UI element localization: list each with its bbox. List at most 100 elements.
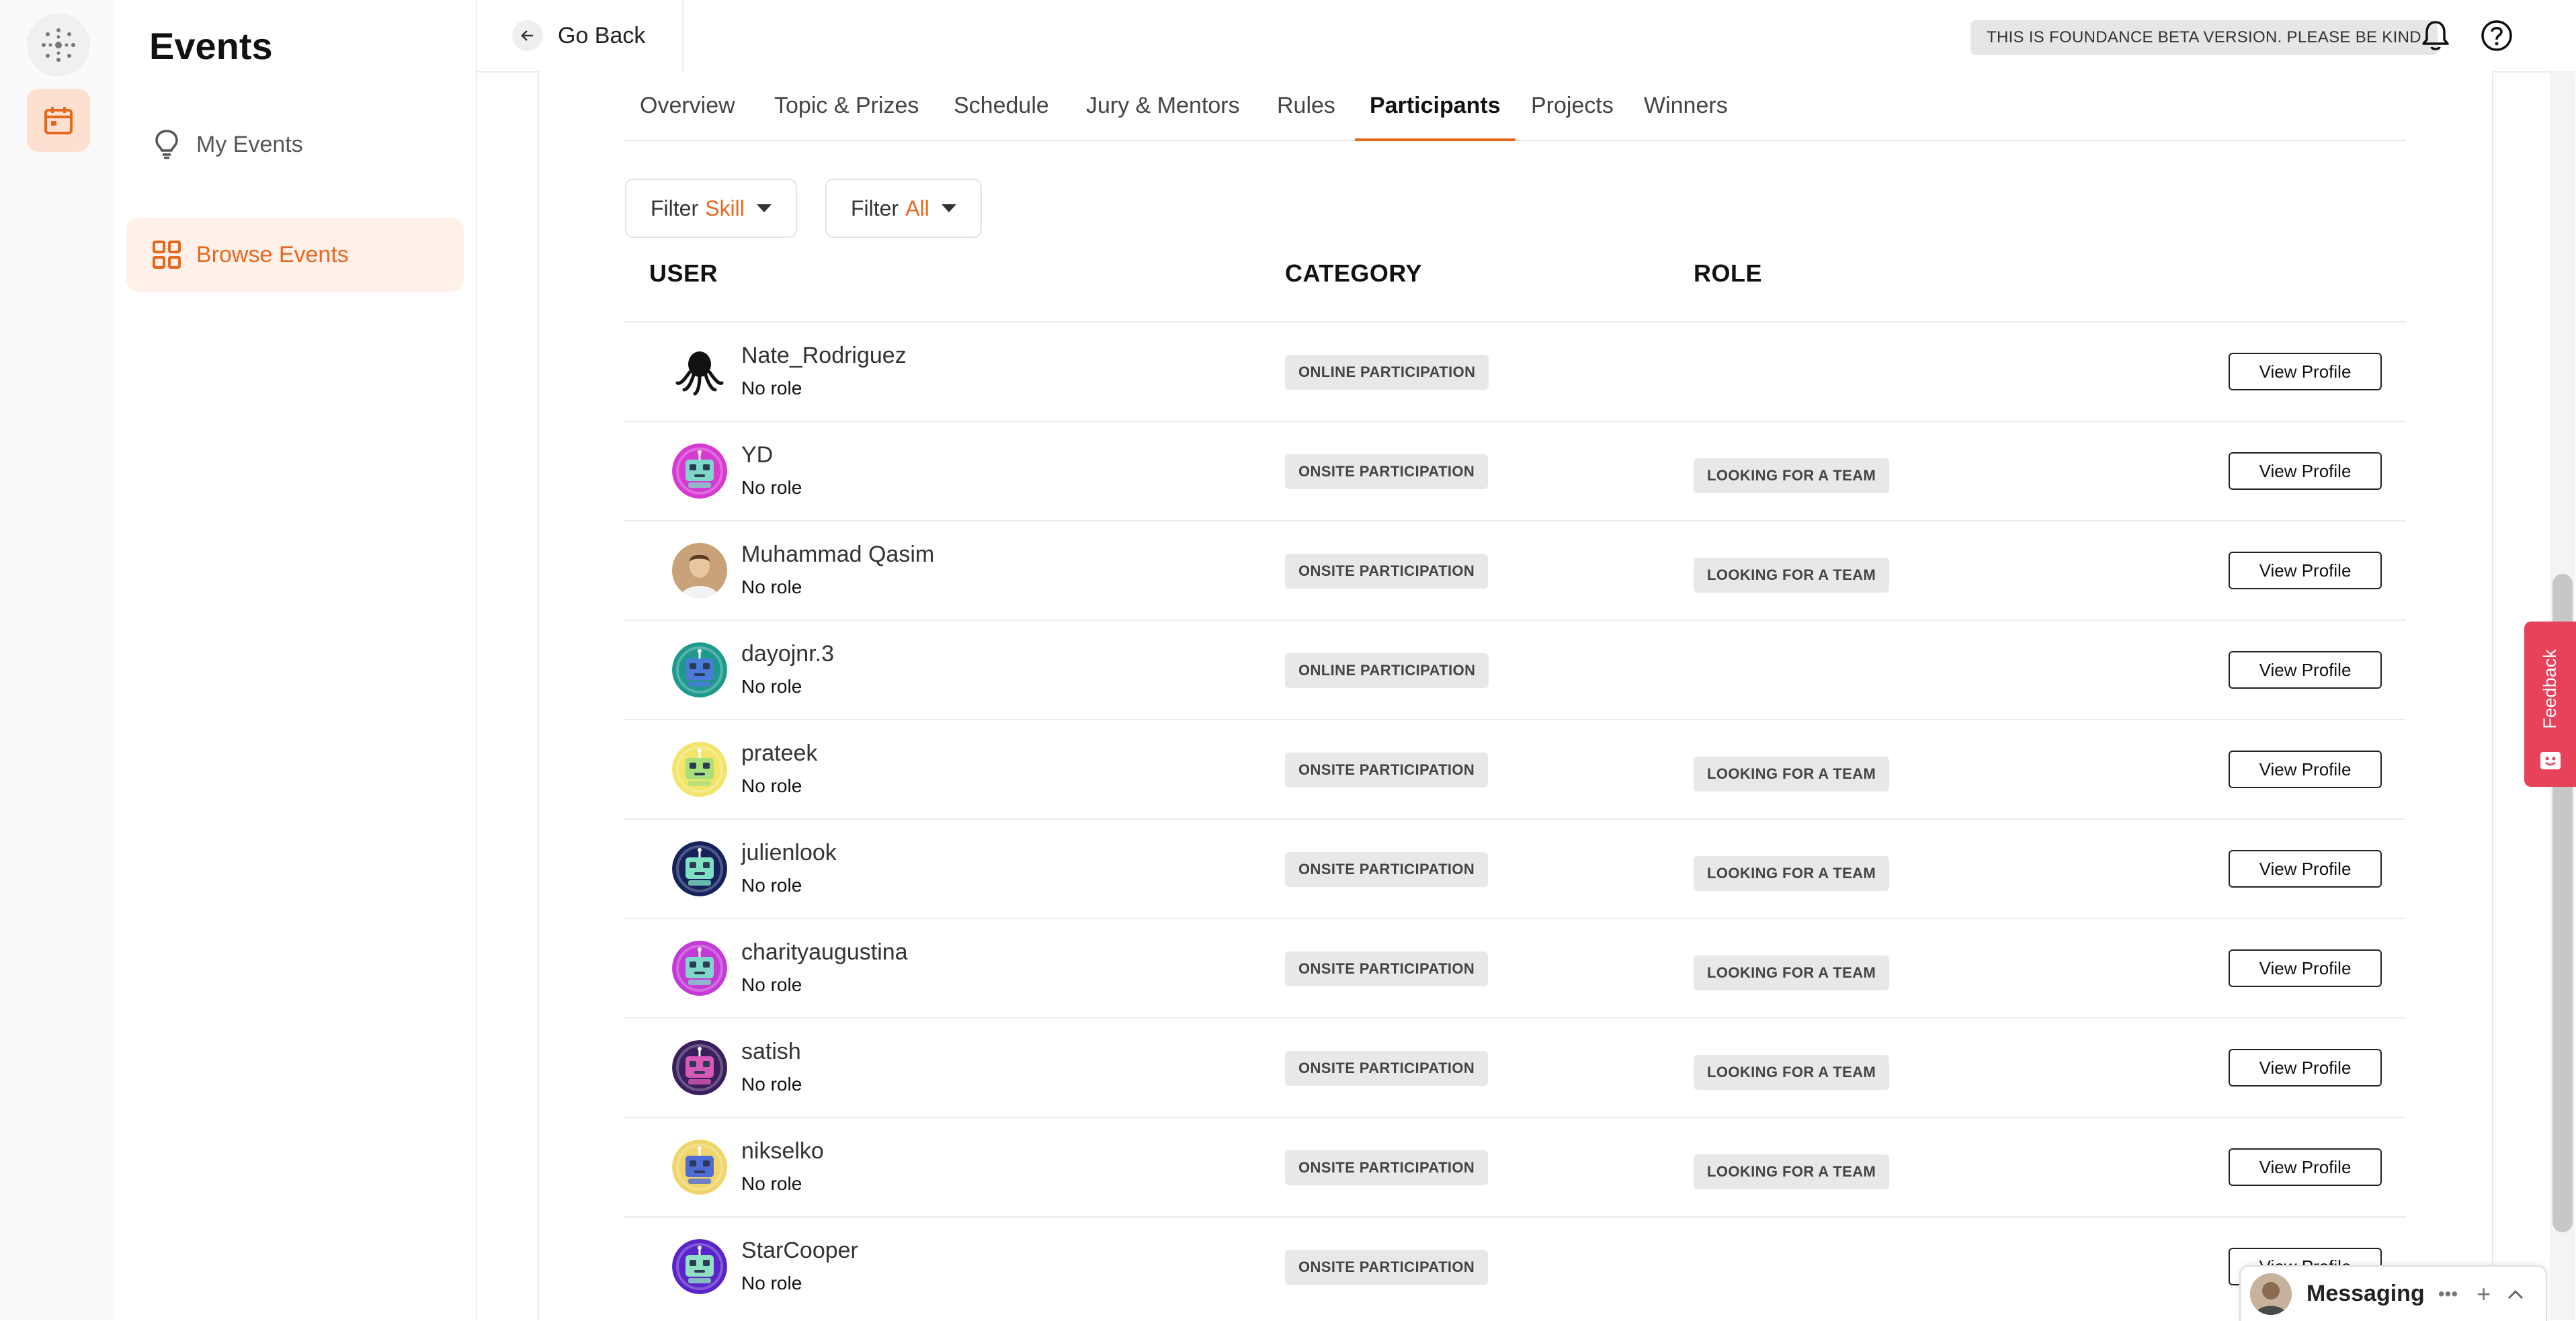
avatar[interactable]	[672, 1140, 727, 1195]
participant-name[interactable]: satish	[741, 1039, 801, 1065]
table-row: charityaugustina No role ONSITE PARTICIPAT…	[624, 918, 2406, 1019]
team-status-badge: LOOKING FOR A TEAM	[1694, 856, 1890, 891]
beta-notice: THIS IS FOUNDANCE BETA VERSION. PLEASE B…	[1970, 20, 2438, 55]
events-panel: Events My Events Browse Events	[113, 0, 477, 1320]
table-row: Nate_Rodriguez No role ONLINE PARTICIPATIO…	[624, 321, 2406, 422]
tab-schedule[interactable]: Schedule	[954, 71, 1049, 140]
chat-smile-icon	[2540, 752, 2561, 769]
lightbulb-icon	[147, 128, 187, 161]
feedback-label: Feedback	[2540, 648, 2561, 729]
participant-name[interactable]: charityaugustina	[741, 939, 908, 966]
participant-role: No role	[741, 378, 802, 398]
participant-role: No role	[741, 974, 802, 995]
tab-rules[interactable]: Rules	[1277, 71, 1335, 140]
avatar[interactable]	[672, 344, 727, 399]
sidebar-item-browse-events[interactable]: Browse Events	[126, 218, 464, 292]
panel-title: Events	[149, 25, 273, 67]
column-header-category: CATEGORY	[1285, 259, 1423, 287]
team-status-badge: LOOKING FOR A TEAM	[1694, 955, 1890, 990]
compose-icon[interactable]: +	[2477, 1280, 2491, 1308]
go-back-label: Go Back	[558, 22, 646, 48]
avatar[interactable]	[672, 941, 727, 996]
participant-name[interactable]: YD	[741, 442, 773, 468]
participant-role: No role	[741, 1273, 802, 1293]
view-profile-button[interactable]: View Profile	[2229, 850, 2382, 888]
view-profile-button[interactable]: View Profile	[2229, 651, 2382, 689]
messaging-label: Messaging	[2307, 1281, 2425, 1306]
filter-value: All	[905, 196, 929, 220]
category-badge: ONLINE PARTICIPATION	[1285, 653, 1489, 688]
main-content: Overview Topic & Prizes Schedule Jury & …	[538, 71, 2493, 1320]
view-profile-button[interactable]: View Profile	[2229, 552, 2382, 589]
view-profile-button[interactable]: View Profile	[2229, 353, 2382, 390]
participant-role: No role	[741, 775, 802, 796]
tab-jury-mentors[interactable]: Jury & Mentors	[1086, 71, 1240, 140]
team-status-badge: LOOKING FOR A TEAM	[1694, 757, 1890, 792]
column-header-user: USER	[649, 259, 718, 287]
participant-role: No role	[741, 875, 802, 896]
arrow-left-icon	[512, 20, 543, 51]
participant-name[interactable]: prateek	[741, 740, 817, 767]
avatar[interactable]	[672, 443, 727, 499]
participant-role: No role	[741, 1173, 802, 1194]
participant-role: No role	[741, 477, 802, 498]
view-profile-button[interactable]: View Profile	[2229, 751, 2382, 788]
filter-all-dropdown[interactable]: Filter All	[825, 179, 982, 238]
participant-role: No role	[741, 676, 802, 697]
go-back-button[interactable]: Go Back	[477, 0, 683, 71]
participant-role: No role	[741, 1074, 802, 1095]
column-header-role: ROLE	[1694, 259, 1763, 287]
event-tabs: Overview Topic & Prizes Schedule Jury & …	[624, 71, 2406, 141]
view-profile-button[interactable]: View Profile	[2229, 949, 2382, 987]
table-row: julienlook No role ONSITE PARTICIPATION LOO…	[624, 818, 2406, 919]
table-row: dayojnr.3 No role ONLINE PARTICIPATION View…	[624, 620, 2406, 720]
participant-role: No role	[741, 577, 802, 597]
table-row: StarCooperNo roleONSITE PARTICIPATIONVie…	[624, 1216, 2406, 1317]
table-row: prateek No role ONSITE PARTICIPATION LOOKIN…	[624, 719, 2406, 820]
tab-winners[interactable]: Winners	[1644, 71, 1728, 140]
avatar	[2250, 1273, 2292, 1315]
more-options-icon[interactable]: •••	[2438, 1283, 2458, 1305]
table-row: YD No role ONSITE PARTICIPATION LOOKING FOR…	[624, 421, 2406, 521]
avatar[interactable]	[672, 742, 727, 797]
avatar[interactable]	[672, 841, 727, 896]
category-badge: ONSITE PARTICIPATION	[1285, 852, 1489, 887]
filter-skill-dropdown[interactable]: Filter Skill	[625, 179, 797, 238]
feedback-button[interactable]: Feedback	[2524, 622, 2576, 787]
sidebar-item-label: My Events	[196, 131, 303, 157]
participant-name[interactable]: julienlook	[741, 840, 837, 866]
tab-projects[interactable]: Projects	[1531, 71, 1614, 140]
category-badge: ONSITE PARTICIPATION	[1285, 951, 1489, 986]
participant-name[interactable]: Muhammad Qasim	[741, 542, 934, 568]
participant-name[interactable]: dayojnr.3	[741, 641, 834, 667]
view-profile-button[interactable]: View Profile	[2229, 1049, 2382, 1086]
help-icon[interactable]	[2479, 17, 2515, 54]
bell-icon[interactable]	[2417, 17, 2454, 54]
messaging-widget[interactable]: Messaging ••• +	[2239, 1265, 2547, 1321]
chevron-up-icon[interactable]	[2507, 1283, 2524, 1305]
category-badge: ONSITE PARTICIPATION	[1285, 554, 1489, 589]
team-status-badge: LOOKING FOR A TEAM	[1694, 558, 1890, 593]
sidebar-item-label: Browse Events	[196, 241, 349, 267]
table-row: Muhammad Qasim No role ONSITE PARTICIPATIO…	[624, 520, 2406, 621]
team-status-badge: LOOKING FOR A TEAM	[1694, 458, 1890, 493]
avatar[interactable]	[672, 1040, 727, 1095]
participant-name[interactable]: nikselko	[741, 1138, 824, 1164]
calendar-icon[interactable]	[27, 89, 90, 152]
avatar[interactable]	[672, 543, 727, 598]
tab-topic-prizes[interactable]: Topic & Prizes	[774, 71, 919, 140]
participant-name[interactable]: Nate_Rodriguez	[741, 343, 907, 369]
avatar[interactable]	[672, 1239, 727, 1294]
tab-participants[interactable]: Participants	[1355, 71, 1515, 141]
avatar[interactable]	[672, 642, 727, 697]
top-bar: Go Back THIS IS FOUNDANCE BETA VERSION. …	[477, 0, 2576, 73]
app-logo-icon[interactable]	[27, 13, 90, 77]
tab-overview[interactable]: Overview	[640, 71, 735, 140]
view-profile-button[interactable]: View Profile	[2229, 1148, 2382, 1186]
participant-name[interactable]: StarCooper	[741, 1238, 858, 1264]
view-profile-button[interactable]: View Profile	[2229, 452, 2382, 490]
grid-icon	[147, 240, 187, 269]
category-badge: ONSITE PARTICIPATION	[1285, 1051, 1489, 1086]
sidebar-item-my-events[interactable]: My Events	[126, 108, 464, 181]
table-row: satish No role ONSITE PARTICIPATION LOOKING…	[624, 1017, 2406, 1118]
